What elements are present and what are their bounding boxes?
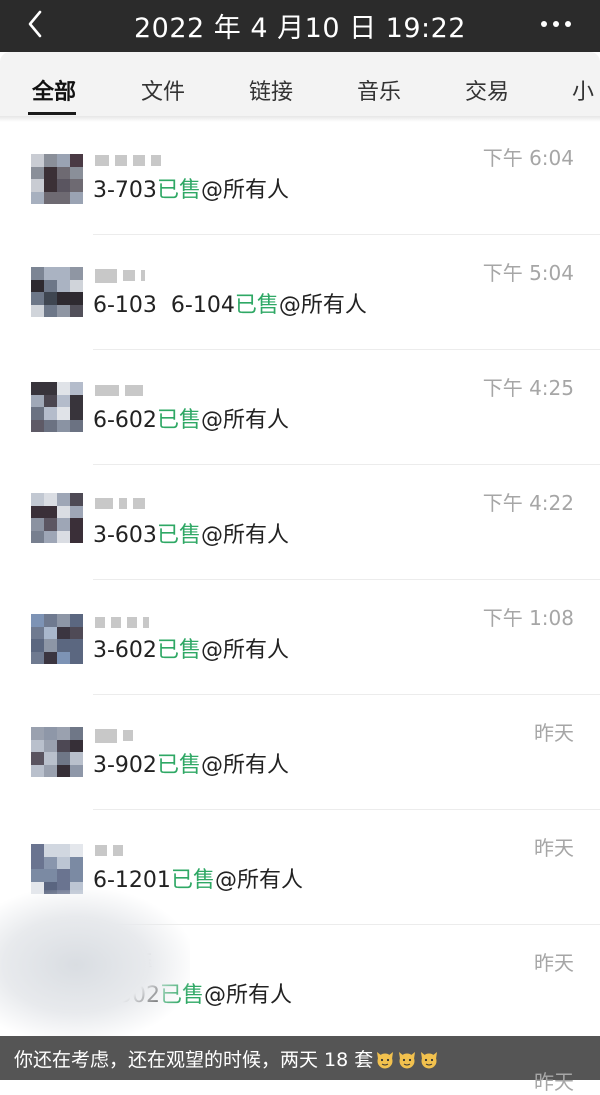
message-text: 3-902已售@所有人 <box>93 747 289 779</box>
avatar <box>31 844 83 894</box>
message-text: 3-703已售@所有人 <box>93 172 289 204</box>
avatar <box>31 614 83 664</box>
timestamp: 下午 5:04 <box>482 261 574 285</box>
mention: @所有人 <box>200 408 289 433</box>
sender-name-redacted <box>95 150 167 166</box>
avatar <box>31 493 83 543</box>
mention: @所有人 <box>200 523 289 548</box>
timestamp: 昨天 <box>534 721 574 745</box>
list-item[interactable]: 3-602已售@所有人 下午 1:08 <box>0 580 600 695</box>
list-item[interactable]: 6-602已售@所有人 下午 4:25 <box>0 350 600 465</box>
sold-label: 已售 <box>156 753 201 778</box>
avatar <box>31 727 83 777</box>
mention: @所有人 <box>200 638 289 663</box>
sender-name-redacted <box>95 840 129 856</box>
timestamp: 昨天 <box>534 951 574 975</box>
message-text: 6-103 6-104已售@所有人 <box>93 287 367 319</box>
unit-numbers: 3-602 <box>93 638 157 663</box>
sold-label: 已售 <box>156 523 201 548</box>
sender-name-redacted <box>95 725 139 743</box>
tab-all[interactable]: 全部 <box>32 74 76 106</box>
timestamp: 下午 4:22 <box>482 491 574 515</box>
list-item[interactable]: 3-703已售@所有人 下午 6:04 <box>0 120 600 235</box>
list-item[interactable]: 3-603已售@所有人 下午 4:22 <box>0 465 600 580</box>
message-text: 3-603已售@所有人 <box>93 517 289 549</box>
timestamp: 下午 6:04 <box>482 146 574 170</box>
unit-numbers: 3-902 <box>93 753 157 778</box>
sender-name-redacted <box>95 612 155 628</box>
tab-mini-programs[interactable]: 小 <box>572 74 594 106</box>
active-tab-indicator <box>28 112 76 115</box>
sold-label: 已售 <box>156 408 201 433</box>
list-item[interactable]: 3-902已售@所有人 昨天 <box>0 695 600 810</box>
unit-numbers: 6-602 <box>93 408 157 433</box>
message-text: 3-602已售@所有人 <box>93 632 289 664</box>
title-bar: 2022 年 4 月10 日 19:22 <box>0 0 600 52</box>
mention: @所有人 <box>200 178 289 203</box>
sender-name-redacted <box>95 380 149 396</box>
mention: @所有人 <box>214 868 303 893</box>
tab-links[interactable]: 链接 <box>249 74 293 106</box>
cat-face-icon <box>397 1049 417 1069</box>
timestamp: 下午 4:25 <box>482 376 574 400</box>
page-title: 2022 年 4 月10 日 19:22 <box>134 13 466 44</box>
list-item[interactable]: 6-103 6-104已售@所有人 下午 5:04 <box>0 235 600 350</box>
cat-face-icon <box>419 1049 439 1069</box>
unit-numbers: 6-103 6-104 <box>93 293 235 318</box>
blurred-watermark <box>0 890 190 1040</box>
tab-music[interactable]: 音乐 <box>357 74 401 106</box>
caption-overlay: 你还在考虑，还在观望的时候，两天 18 套 <box>0 1036 600 1080</box>
caption-label: 你还在考虑，还在观望的时候，两天 18 套 <box>14 1049 374 1071</box>
message-text: 6-602已售@所有人 <box>93 402 289 434</box>
timestamp: 昨天 <box>534 836 574 860</box>
mention: @所有人 <box>200 753 289 778</box>
unit-numbers: 3-703 <box>93 178 157 203</box>
timestamp: 昨天 <box>534 1070 574 1094</box>
avatar <box>31 267 83 317</box>
tab-transactions[interactable]: 交易 <box>465 74 509 106</box>
sender-name-redacted <box>95 493 151 509</box>
sold-label: 已售 <box>234 293 279 318</box>
avatar <box>31 382 83 432</box>
unit-numbers: 3-603 <box>93 523 157 548</box>
sold-label: 已售 <box>156 638 201 663</box>
filter-tabs: 全部 文件 链接 音乐 交易 小 <box>0 52 600 116</box>
cat-face-icon <box>375 1049 395 1069</box>
sold-label: 已售 <box>156 178 201 203</box>
avatar <box>31 154 83 204</box>
tab-files[interactable]: 文件 <box>141 74 185 106</box>
more-icon[interactable] <box>538 10 574 38</box>
mention: @所有人 <box>278 293 367 318</box>
mention: @所有人 <box>204 983 293 1008</box>
caption-text: 你还在考虑，还在观望的时候，两天 18 套 <box>14 1045 439 1072</box>
timestamp: 下午 1:08 <box>482 606 574 630</box>
sender-name-redacted <box>95 265 151 283</box>
